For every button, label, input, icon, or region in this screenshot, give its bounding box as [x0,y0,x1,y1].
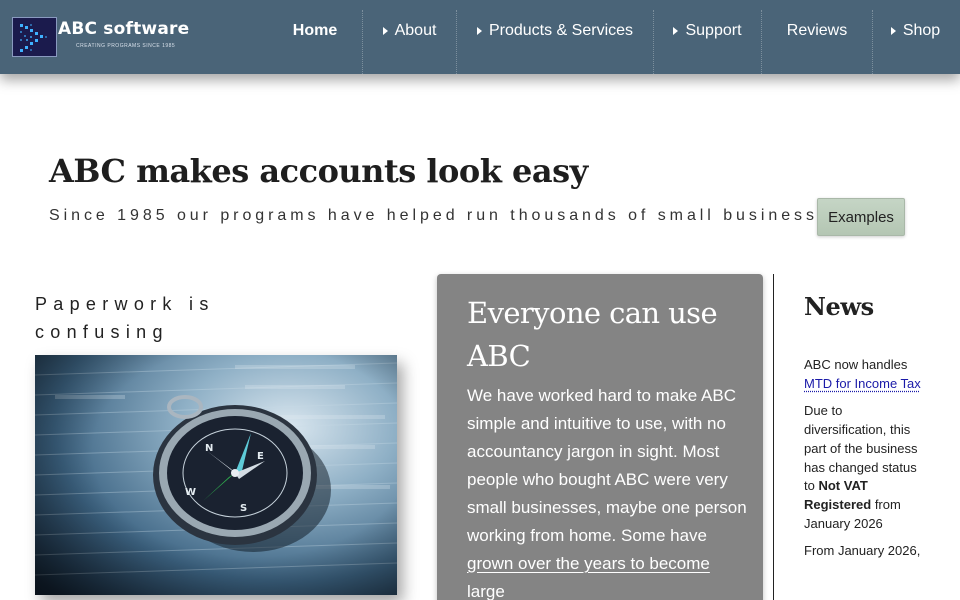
card-title: Everyone can use ABC [467,292,747,378]
nav-products-services[interactable]: Products & Services [456,10,653,74]
page-title: ABC makes accounts look easy [49,152,588,190]
logo-tagline: CREATING PROGRAMS SINCE 1985 [76,43,175,49]
news-title: News [804,292,874,321]
nav-support[interactable]: Support [653,10,761,74]
site-header: ABC software CREATING PROGRAMS SINCE 198… [0,0,960,74]
submenu-arrow-icon [891,27,896,35]
card-body: We have worked hard to make ABC simple a… [467,382,747,600]
grown-over-link[interactable]: grown over the years to become large [467,554,710,600]
nav-home-label: Home [293,22,337,40]
mtd-income-tax-link[interactable]: MTD for Income Tax [804,376,921,391]
logo-icon [12,17,57,57]
compass-image: NE SW [35,355,397,595]
nav-about-label: About [395,22,437,40]
nav-support-label: Support [685,22,741,40]
nav-reviews-label: Reviews [787,22,847,40]
news-item: Due to diversification, this part of the… [804,402,928,533]
logo-name: ABC software [58,19,189,39]
news-divider [773,274,774,600]
examples-button[interactable]: Examples [817,198,905,236]
nav-reviews[interactable]: Reviews [761,10,872,74]
section-heading: Paperwork is confusing [35,290,285,346]
news-item: ABC now handles MTD for Income Tax [804,356,928,393]
submenu-arrow-icon [673,27,678,35]
feature-card: Everyone can use ABC We have worked hard… [437,274,763,600]
nav-home[interactable]: Home [268,10,362,74]
card-text: We have worked hard to make ABC simple a… [467,386,747,545]
news-item: From January 2026, [804,542,928,561]
submenu-arrow-icon [383,27,388,35]
nav-shop[interactable]: Shop [872,10,958,74]
news-item-text: ABC now handles [804,357,907,372]
nav-shop-label: Shop [903,22,940,40]
nav-products-label: Products & Services [489,22,633,40]
logo[interactable]: ABC software CREATING PROGRAMS SINCE 198… [12,17,192,57]
main-nav: Home About Products & Services Support R… [268,0,960,74]
nav-about[interactable]: About [362,10,456,74]
news-list: ABC now handles MTD for Income Tax Due t… [804,356,928,570]
submenu-arrow-icon [477,27,482,35]
hero-subtitle: Since 1985 our programs have helped run … [49,207,843,225]
